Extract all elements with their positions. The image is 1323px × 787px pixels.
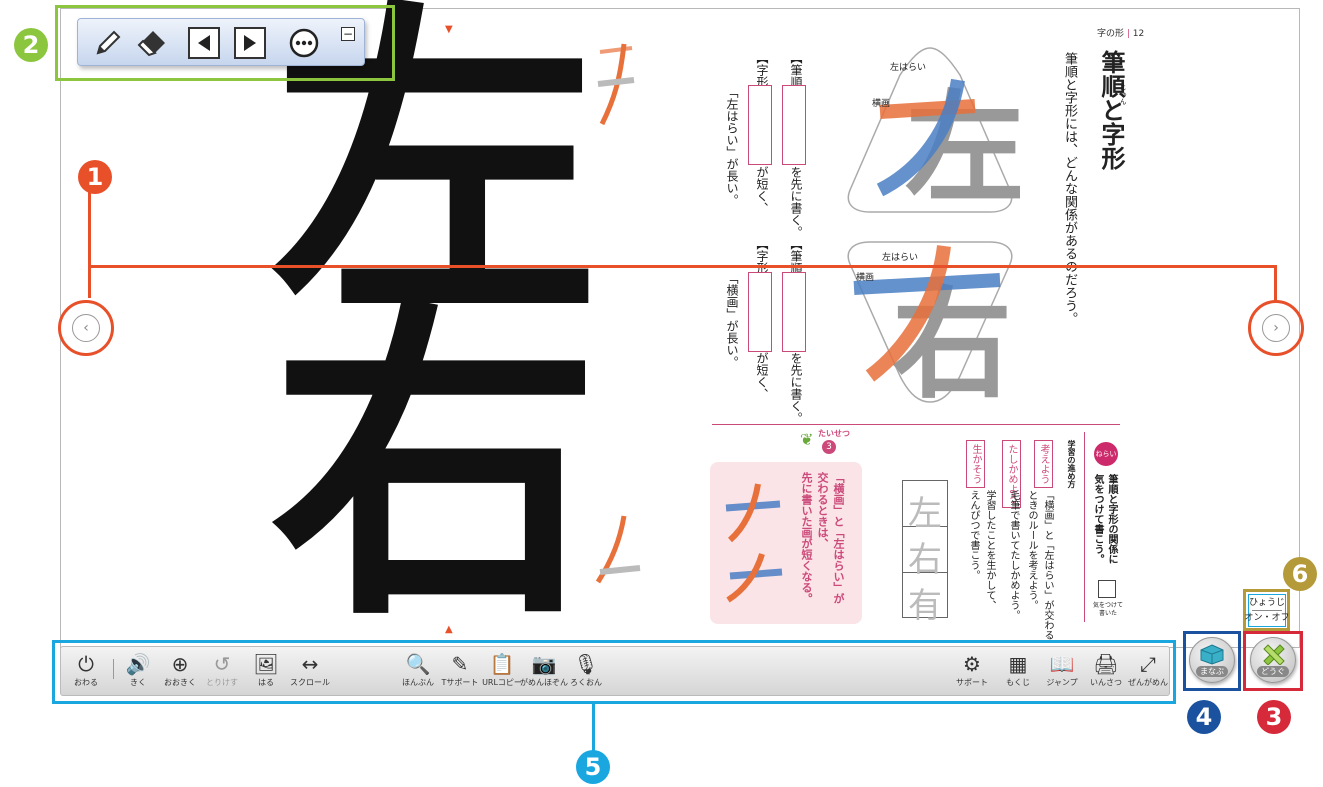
display-toggle-line-1: ひょうじ bbox=[1249, 598, 1286, 608]
callout-1-bar bbox=[88, 265, 1277, 268]
aim-divider bbox=[1084, 432, 1085, 622]
rule-3-text: 「左はらい」が長い。 bbox=[725, 86, 739, 206]
answer-box-3[interactable] bbox=[782, 272, 806, 352]
callout-badge-4: 4 bbox=[1187, 700, 1221, 734]
tools-icon bbox=[1263, 644, 1285, 665]
sprout-icon: ❦ bbox=[800, 430, 814, 449]
callout-badge-2: 2 bbox=[14, 28, 48, 62]
aim-line-1: 筆順と字形の関係に bbox=[1106, 474, 1117, 564]
dougu-label: どうぐ bbox=[1257, 666, 1289, 677]
chevron-right-icon: › bbox=[1273, 320, 1279, 336]
grid-char-1: 左 bbox=[908, 494, 942, 534]
note-line-1: 「横画」と「左はらい」が bbox=[832, 472, 845, 604]
section-divider bbox=[712, 424, 1120, 425]
callout-1-stem bbox=[88, 192, 91, 298]
answer-box-2[interactable] bbox=[748, 85, 772, 165]
triangle-bottom-label-b: 横画 bbox=[856, 273, 875, 283]
pencil-icon bbox=[96, 30, 121, 55]
next-page-ring: › bbox=[1248, 300, 1304, 356]
answer-box-1[interactable] bbox=[782, 85, 806, 165]
display-toggle-button[interactable]: ひょうじ オン・オフ bbox=[1245, 594, 1290, 627]
chevron-left-icon: ‹ bbox=[83, 320, 89, 336]
page-subtitle: 筆順と字形には、どんな関係があるのだろう。 bbox=[1062, 52, 1077, 325]
step-3-line-2: えんぴつで書こう。 bbox=[968, 490, 979, 580]
eraser-button[interactable] bbox=[136, 27, 168, 59]
stroke-sample-top bbox=[597, 43, 635, 126]
grid-char-2: 右 bbox=[908, 540, 942, 580]
page-header: 字の形 | 12 bbox=[1097, 26, 1144, 39]
page-number: 12 bbox=[1132, 29, 1145, 39]
display-toggle-line-2: オン・オフ bbox=[1244, 613, 1290, 623]
triangle-diagram-top: 左 bbox=[847, 47, 1020, 215]
page-title: 筆順と字形 bbox=[1097, 50, 1125, 170]
step-3-tag: 生かそう bbox=[966, 440, 985, 488]
next-triangle-button[interactable] bbox=[234, 27, 266, 59]
more-icon bbox=[289, 28, 319, 58]
grid-char-3: 有 bbox=[908, 586, 942, 626]
section-name: 字の形 bbox=[1097, 29, 1125, 39]
bottom-marker-icon: ▲ bbox=[445, 624, 453, 635]
big-char-right: 右 bbox=[270, 271, 600, 659]
manabu-label: まなぶ bbox=[1196, 666, 1228, 677]
checkbox-label-line-2: 書いた bbox=[1098, 610, 1117, 617]
more-button[interactable] bbox=[288, 27, 320, 59]
next-triangle-icon bbox=[244, 35, 256, 51]
eraser-icon bbox=[137, 31, 165, 57]
step-1-tag: 考えよう bbox=[1034, 440, 1053, 488]
prev-triangle-icon bbox=[198, 35, 210, 51]
step-1-line-1: 「横画」と「左はらい」が交わる bbox=[1042, 490, 1053, 640]
title-ruby: じゅん bbox=[1119, 84, 1127, 105]
pen-toolbar bbox=[77, 18, 365, 66]
manabu-button[interactable]: まなぶ bbox=[1189, 637, 1235, 683]
triangle-top-label-b: 横画 bbox=[872, 99, 891, 109]
note-line-2: 交わるときは、 bbox=[816, 472, 829, 549]
cube-icon bbox=[1200, 644, 1224, 665]
prev-page-button[interactable]: ‹ bbox=[72, 314, 100, 342]
answer-box-4[interactable] bbox=[748, 272, 772, 352]
callout-badge-1: 1 bbox=[78, 160, 112, 194]
callout-1-right-stem bbox=[1274, 265, 1277, 301]
steps-heading: 学習の進め方 bbox=[1067, 440, 1076, 488]
self-check-checkbox[interactable] bbox=[1098, 580, 1116, 598]
minimize-toolbar-button[interactable]: − bbox=[341, 27, 355, 41]
prev-page-ring: ‹ bbox=[58, 300, 114, 356]
aim-badge: ねらい bbox=[1094, 442, 1118, 466]
pencil-button[interactable] bbox=[92, 27, 124, 59]
rule-1-suffix: を先に書く。 bbox=[789, 166, 803, 238]
aim-line-2: 気をつけて書こう。 bbox=[1092, 474, 1103, 564]
note-stroke-diagram bbox=[725, 483, 783, 603]
rule-2-suffix: が短く、 bbox=[755, 166, 769, 214]
step-1-line-2: ときのルールを考えよう。 bbox=[1026, 490, 1037, 610]
rule-6-text: 「横画」が長い。 bbox=[725, 272, 739, 368]
callout-badge-3: 3 bbox=[1257, 700, 1291, 734]
rule-4-suffix: を先に書く。 bbox=[789, 352, 803, 424]
rule-5-suffix: が短く、 bbox=[755, 352, 769, 400]
checkbox-label: 気をつけて 書いた bbox=[1090, 602, 1126, 618]
stroke-sample-bottom bbox=[595, 515, 641, 584]
note-line-3: 先に書いた画が短くなる。 bbox=[800, 472, 813, 604]
triangle-top-label-a: 左はらい bbox=[890, 63, 927, 73]
callout-badge-5: 5 bbox=[576, 750, 610, 784]
triangle-diagram-bottom: 右 bbox=[847, 241, 1013, 408]
callout-5-frame bbox=[52, 640, 1176, 704]
step-3-line-1: 学習したことを生かして、 bbox=[984, 490, 995, 610]
step-2-line-1: 毛筆で書いてたしかめよう。 bbox=[1008, 490, 1019, 620]
taisetsu-number: 3 bbox=[822, 440, 836, 454]
checkbox-label-line-1: 気をつけて bbox=[1092, 602, 1123, 609]
next-page-button[interactable]: › bbox=[1262, 314, 1290, 342]
dougu-button[interactable]: どうぐ bbox=[1250, 637, 1296, 683]
callout-badge-6: 6 bbox=[1283, 557, 1317, 591]
taisetsu-label: たいせつ bbox=[818, 429, 850, 438]
triangle-bottom-label-a: 左はらい bbox=[882, 253, 919, 263]
prev-triangle-button[interactable] bbox=[188, 27, 220, 59]
